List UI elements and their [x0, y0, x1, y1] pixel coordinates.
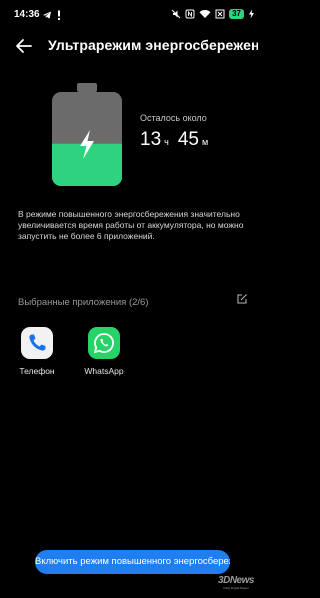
arrow-left-icon: [16, 39, 32, 53]
app-label: Телефон: [19, 366, 55, 376]
edit-apps-button[interactable]: [236, 292, 248, 304]
remaining-label: Осталось около: [140, 113, 207, 123]
selected-apps-header: Выбранные приложения (2/6): [18, 292, 248, 308]
nfc-icon: [185, 9, 195, 19]
battery-terminal: [77, 83, 97, 92]
sim-x-icon: [215, 9, 225, 19]
status-time: 14:36: [14, 9, 40, 20]
app-bar: Ультрарежим энергосбережения: [0, 28, 265, 64]
selected-apps-list: Телефон WhatsApp: [18, 327, 129, 376]
remaining-minutes: 45: [177, 129, 199, 150]
alert-icon: [58, 10, 60, 20]
watermark-tagline: Daily Digital Digest: [223, 586, 249, 590]
mode-description: В режиме повышенного энергосбережения зн…: [18, 209, 244, 241]
phone-icon: [21, 327, 53, 359]
status-bar: 14:36 37: [0, 0, 265, 28]
status-notification-icons: [42, 9, 62, 20]
hours-unit: ч: [164, 137, 169, 147]
page-title: Ультрарежим энергосбережения: [48, 37, 258, 53]
enable-power-saving-button[interactable]: Включить режим повышенного энергосбереже…: [35, 550, 230, 574]
remaining-time: 13 ч 45 м: [140, 129, 217, 151]
watermark-text: 3DNews: [218, 575, 254, 586]
remaining-time-block: Осталось около 13 ч 45 м: [140, 113, 217, 151]
app-item-whatsapp[interactable]: WhatsApp: [79, 327, 129, 376]
battery-illustration: [52, 83, 122, 186]
watermark-logo: 3DNews Daily Digital Digest: [215, 575, 257, 590]
selected-apps-title: Выбранные приложения (2/6): [18, 297, 149, 308]
remaining-hours: 13: [140, 129, 162, 150]
status-right-icons: 37: [171, 8, 255, 20]
mute-icon: [171, 9, 181, 19]
edit-icon: [237, 294, 247, 304]
wifi-icon: [199, 10, 211, 18]
whatsapp-icon: [88, 327, 120, 359]
charging-icon: [249, 9, 254, 19]
back-button[interactable]: [12, 34, 36, 58]
app-item-phone[interactable]: Телефон: [12, 327, 62, 376]
app-label: WhatsApp: [84, 366, 124, 376]
telegram-icon: [43, 11, 51, 19]
minutes-unit: м: [201, 137, 209, 147]
battery-level-badge: 37: [229, 9, 244, 19]
